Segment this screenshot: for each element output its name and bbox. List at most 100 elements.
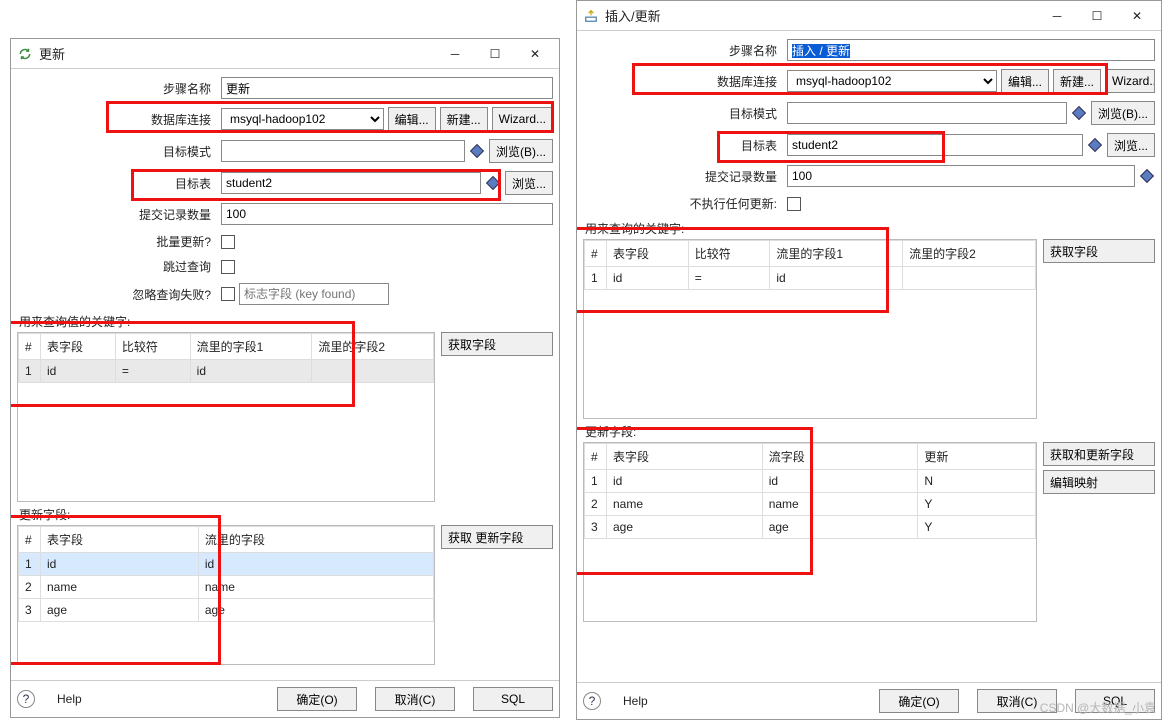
close-button[interactable]: ✕ (523, 42, 547, 66)
commit-size-input[interactable] (221, 203, 553, 225)
edit-button[interactable]: 编辑... (388, 107, 436, 131)
sql-button[interactable]: SQL (473, 687, 553, 711)
left-title: 更新 (39, 44, 443, 63)
label-skip-lookup: 跳过查询 (17, 258, 217, 275)
db-conn-select[interactable]: msyql-hadoop102 (787, 70, 997, 92)
left-footer: ? Help 确定(O) 取消(C) SQL (11, 680, 559, 717)
target-table-input[interactable] (787, 134, 1083, 156)
edit-button[interactable]: 编辑... (1001, 69, 1049, 93)
help-link[interactable]: Help (623, 694, 648, 708)
commit-size-input[interactable] (787, 165, 1135, 187)
edit-mapping-button[interactable]: 编辑映射 (1043, 470, 1155, 494)
var-indicator-icon (1140, 169, 1154, 183)
help-icon[interactable]: ? (17, 690, 35, 708)
help-icon[interactable]: ? (583, 692, 601, 710)
update-grid[interactable]: # 表字段 流字段 更新 1ididN 2namenameY 3ageageY (583, 442, 1037, 622)
target-table-input[interactable] (221, 172, 481, 194)
browse-table-button[interactable]: 浏览... (505, 171, 553, 195)
new-button[interactable]: 新建... (440, 107, 488, 131)
table-row[interactable]: 3ageage (19, 599, 434, 622)
get-key-fields-button[interactable]: 获取字段 (1043, 239, 1155, 263)
update-section-label: 更新字段: (19, 506, 553, 523)
label-db-conn: 数据库连接 (17, 111, 217, 128)
left-titlebar: 更新 ─ ☐ ✕ (11, 39, 559, 69)
new-button[interactable]: 新建... (1053, 69, 1101, 93)
var-indicator-icon (486, 176, 500, 190)
target-schema-input[interactable] (787, 102, 1067, 124)
wizard-button[interactable]: Wizard... (1105, 69, 1155, 93)
table-row[interactable]: 2namenameY (585, 493, 1036, 516)
label-target-table: 目标表 (17, 175, 217, 192)
batch-update-checkbox[interactable] (221, 235, 235, 249)
var-indicator-icon (470, 144, 484, 158)
row-skip-lookup: 跳过查询 (17, 258, 553, 275)
db-conn-select[interactable]: msyql-hadoop102 (221, 108, 384, 130)
key-grid-header: # 表字段 比较符 流里的字段1 流里的字段2 (19, 334, 434, 360)
var-indicator-icon (1072, 106, 1086, 120)
label-step-name: 步骤名称 (583, 42, 783, 59)
table-row[interactable]: 2namename (19, 576, 434, 599)
maximize-button[interactable]: ☐ (1085, 4, 1109, 28)
row-target-table: 目标表 浏览... (17, 171, 553, 195)
refresh-icon (17, 46, 33, 62)
row-step-name: 步骤名称 插入 / 更新 (583, 39, 1155, 61)
update-grid-header: # 表字段 流字段 更新 (585, 444, 1036, 470)
label-db-conn: 数据库连接 (583, 73, 783, 90)
label-batch-update: 批量更新? (17, 233, 217, 250)
step-name-input[interactable]: 插入 / 更新 (787, 39, 1155, 61)
table-row[interactable]: 1 id = id (585, 267, 1036, 290)
update-grid-header: # 表字段 流里的字段 (19, 527, 434, 553)
row-commit-size: 提交记录数量 (17, 203, 553, 225)
maximize-button[interactable]: ☐ (483, 42, 507, 66)
right-title: 插入/更新 (605, 6, 1045, 25)
get-update-fields-button[interactable]: 获取和更新字段 (1043, 442, 1155, 466)
browse-schema-button[interactable]: 浏览(B)... (1091, 101, 1155, 125)
table-row[interactable]: 3ageageY (585, 516, 1036, 539)
label-target-schema: 目标模式 (583, 105, 783, 122)
minimize-button[interactable]: ─ (443, 42, 467, 66)
update-grid[interactable]: # 表字段 流里的字段 1idid 2namename 3ageage (17, 525, 435, 665)
table-row[interactable]: 1 id = id (19, 360, 434, 383)
ok-button[interactable]: 确定(O) (277, 687, 357, 711)
insert-update-icon (583, 8, 599, 24)
row-batch-update: 批量更新? (17, 233, 553, 250)
skip-lookup-checkbox[interactable] (221, 260, 235, 274)
label-no-update: 不执行任何更新: (583, 195, 783, 212)
ok-button[interactable]: 确定(O) (879, 689, 959, 713)
ignore-fail-checkbox[interactable] (221, 287, 235, 301)
label-commit-size: 提交记录数量 (17, 206, 217, 223)
label-ignore-fail: 忽略查询失败? (17, 286, 217, 303)
label-step-name: 步骤名称 (17, 80, 217, 97)
cancel-button[interactable]: 取消(C) (375, 687, 455, 711)
key-section-label: 用来查询的关键字: (585, 220, 1155, 237)
label-target-schema: 目标模式 (17, 143, 217, 160)
browse-schema-button[interactable]: 浏览(B)... (489, 139, 553, 163)
get-key-fields-button[interactable]: 获取字段 (441, 332, 553, 356)
row-no-update: 不执行任何更新: (583, 195, 1155, 212)
key-grid-header: # 表字段 比较符 流里的字段1 流里的字段2 (585, 241, 1036, 267)
row-target-schema: 目标模式 浏览(B)... (17, 139, 553, 163)
update-section-label: 更新字段: (585, 423, 1155, 440)
right-dialog: 插入/更新 ─ ☐ ✕ 步骤名称 插入 / 更新 数据库连接 msyql-had… (576, 0, 1162, 720)
key-grid[interactable]: # 表字段 比较符 流里的字段1 流里的字段2 1 id = id (17, 332, 435, 502)
right-titlebar: 插入/更新 ─ ☐ ✕ (577, 1, 1161, 31)
help-link[interactable]: Help (57, 692, 82, 706)
key-grid[interactable]: # 表字段 比较符 流里的字段1 流里的字段2 1 id = id (583, 239, 1037, 419)
browse-table-button[interactable]: 浏览... (1107, 133, 1155, 157)
step-name-input[interactable] (221, 77, 553, 99)
row-db-conn: 数据库连接 msyql-hadoop102 编辑... 新建... Wizard… (17, 107, 553, 131)
row-target-schema: 目标模式 浏览(B)... (583, 101, 1155, 125)
minimize-button[interactable]: ─ (1045, 4, 1069, 28)
wizard-button[interactable]: Wizard... (492, 107, 553, 131)
target-schema-input[interactable] (221, 140, 465, 162)
close-button[interactable]: ✕ (1125, 4, 1149, 28)
label-target-table: 目标表 (583, 137, 783, 154)
watermark: CSDN @大数据_小袁 (1040, 699, 1156, 716)
var-indicator-icon (1088, 138, 1102, 152)
no-update-checkbox[interactable] (787, 197, 801, 211)
table-row[interactable]: 1ididN (585, 470, 1036, 493)
table-row[interactable]: 1idid (19, 553, 434, 576)
row-target-table: 目标表 浏览... (583, 133, 1155, 157)
flag-field-input (239, 283, 389, 305)
get-update-fields-button[interactable]: 获取 更新字段 (441, 525, 553, 549)
